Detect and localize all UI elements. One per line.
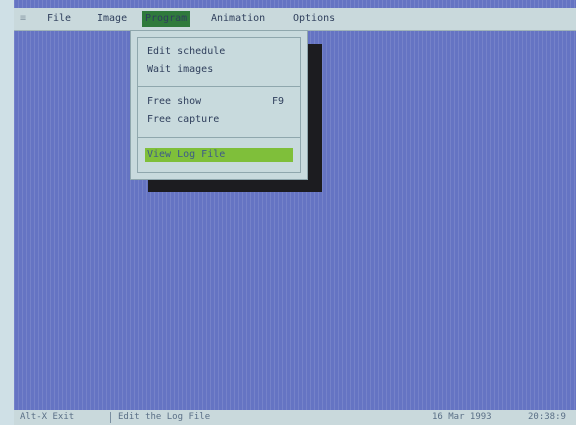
menu-animation[interactable]: Animation	[208, 11, 268, 27]
menu-item-free-show[interactable]: Free show F9	[147, 95, 284, 109]
status-divider	[110, 412, 111, 423]
menu-shadow-right	[306, 44, 322, 192]
menu-image[interactable]: Image	[94, 11, 130, 27]
status-bar: Alt-X Exit Edit the Log File 16 Mar 1993…	[14, 410, 576, 425]
menu-item-label: Free capture	[147, 114, 220, 125]
status-help-text: Edit the Log File	[118, 412, 211, 422]
menu-item-label: Edit schedule	[147, 46, 226, 57]
menu-program[interactable]: Program	[142, 11, 191, 27]
shortcut-label: F9	[272, 96, 285, 107]
status-time: 20:38:9	[528, 412, 566, 422]
menu-item-label: Wait images	[147, 64, 214, 75]
menu-item-view-log-file[interactable]: View Log File	[145, 148, 293, 162]
menu-item-wait-images[interactable]: Wait images	[147, 63, 213, 77]
menu-item-free-capture[interactable]: Free capture	[147, 113, 219, 127]
status-date: 16 Mar 1993	[432, 412, 492, 422]
menu-bar: ≡ File Image Program Animation Options	[14, 8, 576, 31]
menu-options[interactable]: Options	[290, 11, 338, 27]
menu-item-edit-schedule[interactable]: Edit schedule	[147, 45, 225, 59]
menu-separator	[137, 137, 301, 138]
menu-item-label: View Log File	[147, 149, 226, 160]
program-dropdown-menu: Edit schedule Wait images Free show F9 Fr…	[130, 30, 308, 180]
menu-shadow-bottom	[148, 178, 322, 192]
menu-separator	[137, 86, 301, 87]
menu-item-label: Free show	[147, 96, 202, 107]
menu-file[interactable]: File	[44, 11, 74, 27]
exit-hint[interactable]: Alt-X Exit	[20, 410, 74, 425]
system-menu-icon[interactable]: ≡	[20, 8, 26, 30]
